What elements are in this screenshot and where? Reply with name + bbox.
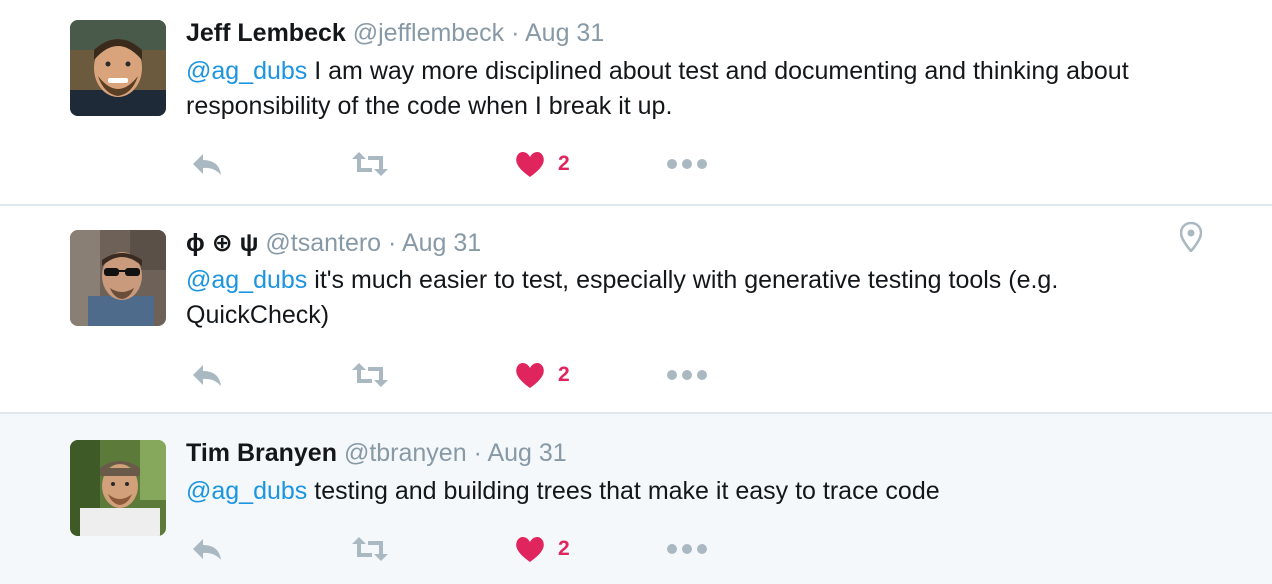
tweet-tsantero[interactable]: ϕ ⊕ ψ @tsantero · Aug 31 @ag_dubs it's m… bbox=[0, 206, 1272, 412]
like-button[interactable]: 2 bbox=[514, 358, 570, 392]
reply-icon bbox=[193, 365, 221, 386]
tweet-text-content: testing and building trees that make it … bbox=[307, 477, 940, 505]
more-icon bbox=[667, 544, 707, 554]
timestamp-link[interactable]: Aug 31 bbox=[402, 229, 481, 257]
separator-dot: · bbox=[511, 19, 520, 47]
tweet-tim-branyen[interactable]: Tim Branyen @tbranyen · Aug 31 @ag_dubs … bbox=[0, 414, 1272, 584]
tweet-actions: 2 bbox=[186, 147, 746, 181]
display-name[interactable]: Jeff Lembeck bbox=[186, 19, 346, 47]
avatar[interactable] bbox=[70, 20, 166, 116]
avatar[interactable] bbox=[70, 230, 166, 326]
more-icon bbox=[667, 159, 707, 169]
retweet-button[interactable] bbox=[350, 147, 390, 181]
tweet-text-content: it's much easier to test, especially wit… bbox=[186, 266, 1059, 329]
more-button[interactable] bbox=[666, 147, 708, 181]
more-icon bbox=[667, 370, 707, 380]
reply-icon bbox=[193, 154, 221, 175]
reply-button[interactable] bbox=[190, 532, 224, 566]
conversation-timeline: Jeff Lembeck @jefflembeck · Aug 31 @ag_d… bbox=[0, 0, 1272, 584]
tweet-text: @ag_dubs testing and building trees that… bbox=[186, 474, 1206, 509]
location-pin-icon bbox=[1179, 221, 1203, 253]
tweet-header: Tim Branyen @tbranyen · Aug 31 bbox=[186, 438, 567, 468]
tweet-text: @ag_dubs I am way more disciplined about… bbox=[186, 54, 1206, 124]
mention-link[interactable]: @ag_dubs bbox=[186, 266, 307, 294]
username[interactable]: @tsantero bbox=[265, 229, 381, 257]
retweet-icon bbox=[352, 363, 388, 387]
tweet-header: ϕ ⊕ ψ @tsantero · Aug 31 bbox=[186, 228, 481, 258]
separator-dot: · bbox=[388, 229, 397, 257]
username[interactable]: @jefflembeck bbox=[353, 19, 504, 47]
tweet-text-content: I am way more disciplined about test and… bbox=[186, 57, 1129, 120]
avatar[interactable] bbox=[70, 440, 166, 536]
like-button[interactable]: 2 bbox=[514, 147, 570, 181]
mention-link[interactable]: @ag_dubs bbox=[186, 477, 307, 505]
location-pin-button[interactable] bbox=[1179, 221, 1203, 257]
display-name[interactable]: ϕ ⊕ ψ bbox=[186, 229, 258, 257]
tweet-actions: 2 bbox=[186, 358, 746, 392]
timestamp-link[interactable]: Aug 31 bbox=[487, 439, 566, 467]
mention-link[interactable]: @ag_dubs bbox=[186, 57, 307, 85]
like-count: 2 bbox=[558, 152, 570, 175]
heart-icon bbox=[516, 362, 544, 388]
timestamp-link[interactable]: Aug 31 bbox=[525, 19, 604, 47]
heart-icon bbox=[516, 151, 544, 177]
tweet-text: @ag_dubs it's much easier to test, espec… bbox=[186, 263, 1206, 333]
more-button[interactable] bbox=[666, 358, 708, 392]
tweet-actions: 2 bbox=[186, 532, 746, 566]
more-button[interactable] bbox=[666, 532, 708, 566]
retweet-button[interactable] bbox=[350, 532, 390, 566]
separator-dot: · bbox=[473, 439, 482, 467]
username[interactable]: @tbranyen bbox=[344, 439, 467, 467]
display-name[interactable]: Tim Branyen bbox=[186, 439, 337, 467]
like-count: 2 bbox=[558, 537, 570, 560]
heart-icon bbox=[516, 536, 544, 562]
reply-icon bbox=[193, 539, 221, 560]
like-count: 2 bbox=[558, 363, 570, 386]
reply-button[interactable] bbox=[190, 358, 224, 392]
like-button[interactable]: 2 bbox=[514, 532, 570, 566]
retweet-icon bbox=[352, 537, 388, 561]
reply-button[interactable] bbox=[190, 147, 224, 181]
tweet-jeff-lembeck[interactable]: Jeff Lembeck @jefflembeck · Aug 31 @ag_d… bbox=[0, 0, 1272, 204]
retweet-icon bbox=[352, 152, 388, 176]
retweet-button[interactable] bbox=[350, 358, 390, 392]
tweet-header: Jeff Lembeck @jefflembeck · Aug 31 bbox=[186, 18, 604, 48]
